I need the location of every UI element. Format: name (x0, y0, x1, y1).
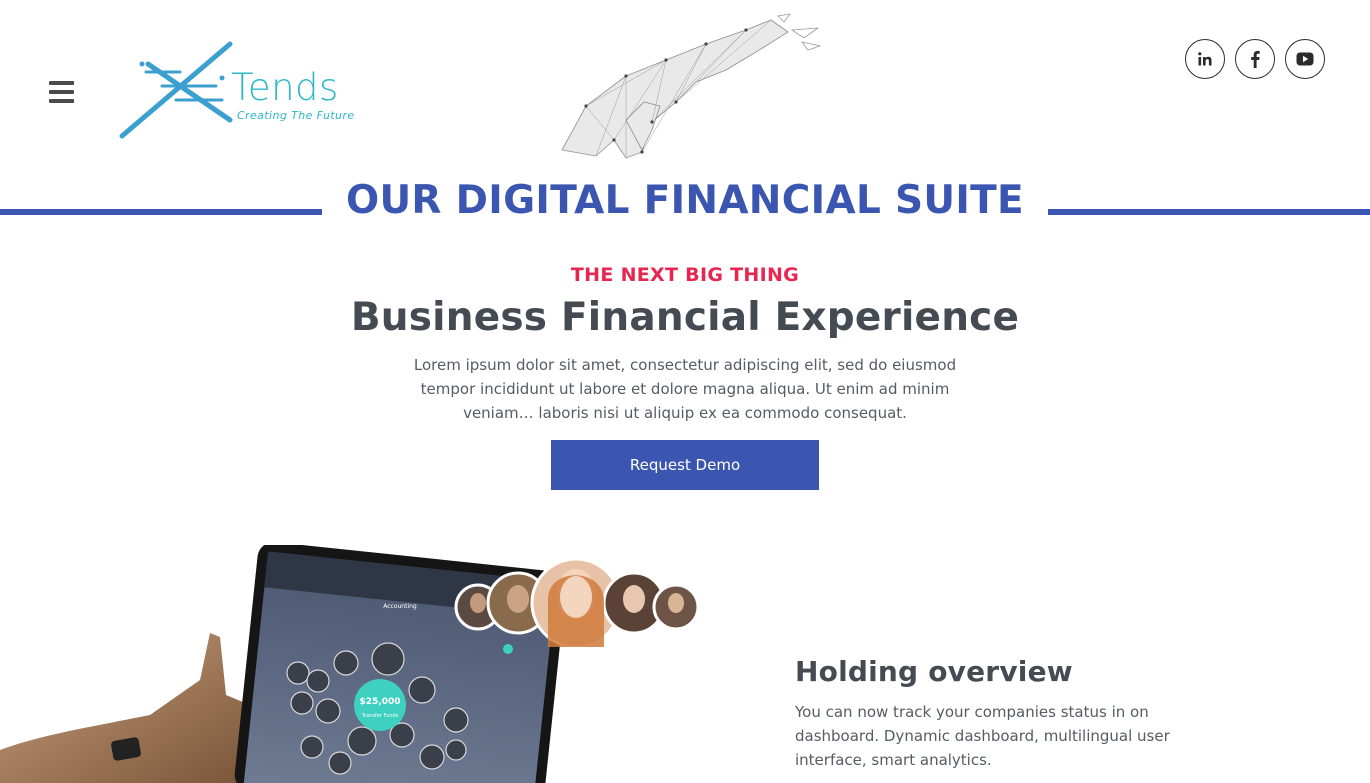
linkedin-icon (1198, 52, 1212, 66)
device-amount: $25,000 (360, 697, 401, 707)
youtube-button[interactable] (1285, 39, 1325, 79)
heading-divider-right (1048, 209, 1370, 215)
request-demo-button[interactable]: Request Demo (551, 440, 819, 490)
facebook-icon (1251, 50, 1260, 68)
device-amount-caption: Transfer Funds (361, 713, 399, 719)
suite-title: OUR DIGITAL FINANCIAL SUITE (346, 178, 1024, 223)
linkedin-button[interactable] (1185, 39, 1225, 79)
logo-name: Tends (231, 66, 339, 109)
facebook-button[interactable] (1235, 39, 1275, 79)
logo-x-icon (119, 41, 233, 139)
holding-overview-title: Holding overview (795, 655, 1073, 688)
tablet-app-illustration: $25,000 Transfer Funds Accounting (0, 545, 720, 783)
brand-logo[interactable]: Tends Creating The Future (118, 40, 358, 140)
logo-tagline: Creating The Future (237, 109, 355, 122)
device-app-title: Accounting (383, 603, 417, 610)
wireframe-hand-illustration (561, 13, 822, 159)
hamburger-menu-icon[interactable] (49, 81, 74, 103)
hero-eyebrow: THE NEXT BIG THING (570, 264, 800, 286)
hero-title: Business Financial Experience (350, 295, 1020, 340)
youtube-icon (1296, 52, 1314, 66)
hero-description: Lorem ipsum dolor sit amet, consectetur … (413, 356, 957, 422)
holding-overview-description: You can now track your companies status … (795, 703, 1170, 769)
heading-divider-left (0, 209, 322, 215)
